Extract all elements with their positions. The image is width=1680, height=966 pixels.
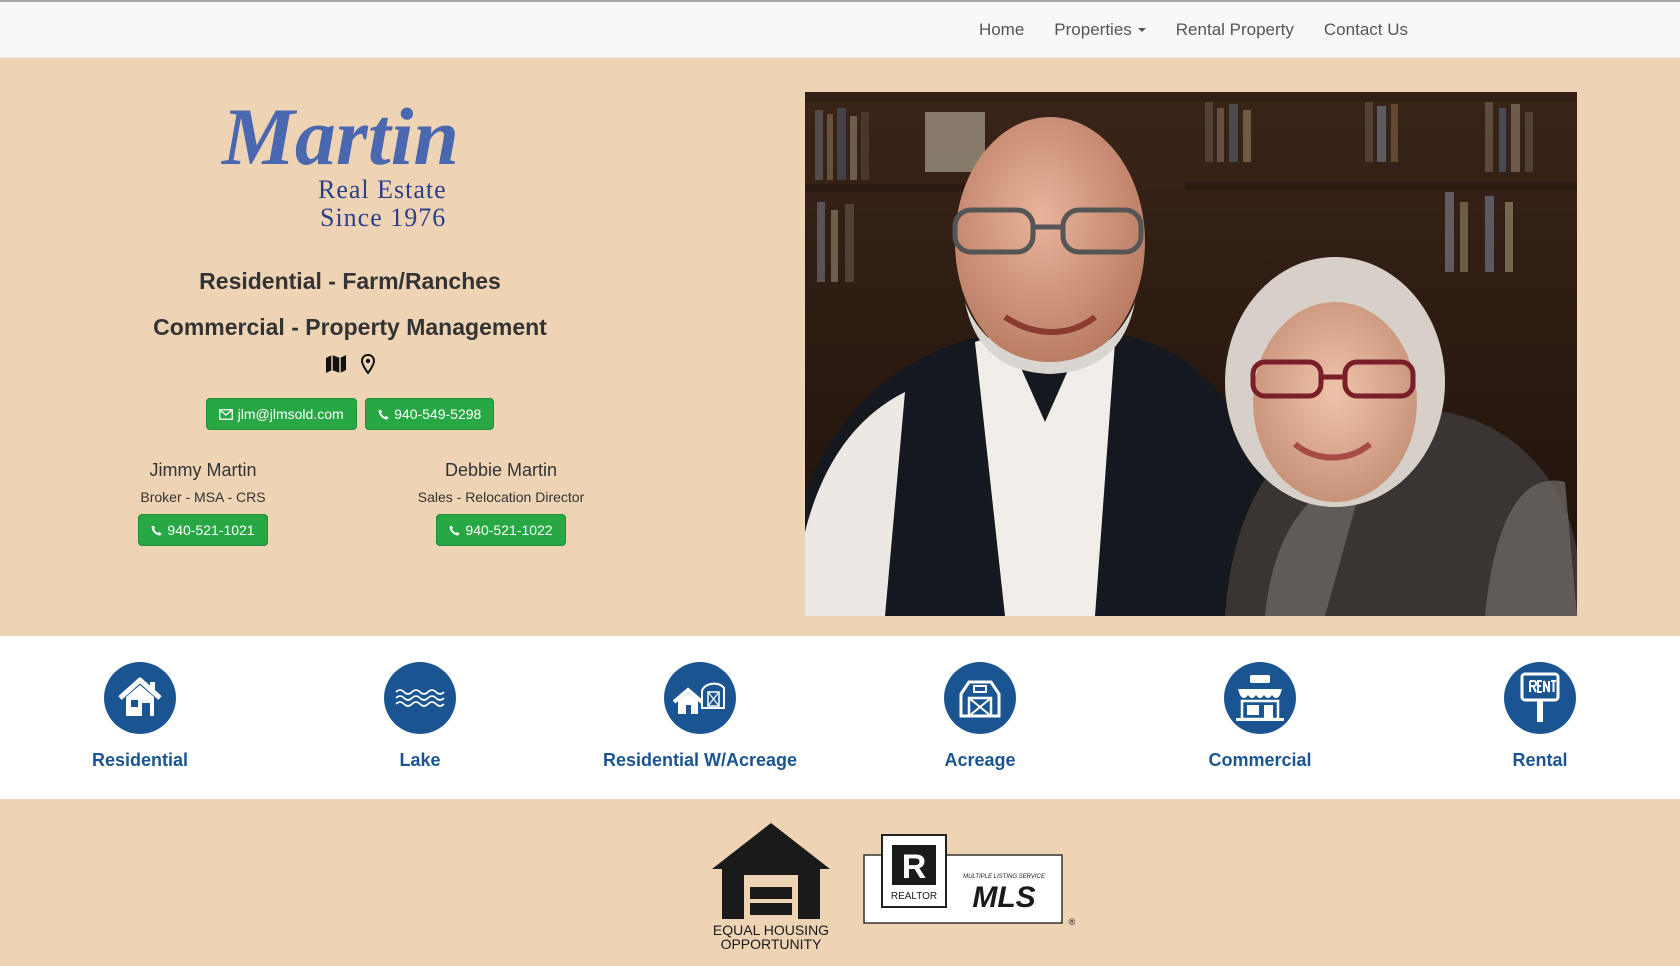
agent-jimmy: Jimmy Martin Broker - MSA - CRS 940-521-… [73,460,333,546]
nav-properties-label: Properties [1054,19,1132,39]
main-nav: Home Properties Rental Property Contact … [979,2,1408,57]
category-rental[interactable]: Rental [1410,662,1670,771]
navbar: Home Properties Rental Property Contact … [0,2,1680,58]
svg-text:R: R [902,848,927,886]
envelope-icon [218,408,233,420]
category-label: Lake [399,750,441,770]
category-acreage[interactable]: Acreage [850,662,1110,771]
category-commercial[interactable]: Commercial [1130,662,1390,771]
category-label: Residential [91,750,189,770]
tagline-residential: Residential - Farm/Ranches [199,268,501,294]
category-bar: Residential Lake Residential W/Acreage A… [0,636,1680,799]
svg-text:MLS: MLS [972,881,1035,914]
category-label: Acreage [944,750,1016,770]
shop-icon [1224,662,1296,734]
svg-text:Real Estate: Real Estate [318,175,447,204]
rent-sign-icon [1504,662,1576,734]
agent-title: Sales - Relocation Director [417,489,585,505]
svg-text:MULTIPLE LISTING SERVICE: MULTIPLE LISTING SERVICE [963,874,1046,880]
category-residential-acreage[interactable]: Residential W/Acreage [570,662,830,771]
tagline-commercial: Commercial - Property Management [153,314,547,340]
phone-icon [449,524,460,536]
svg-text:OPPORTUNITY: OPPORTUNITY [721,936,823,951]
equal-housing-logo: EQUAL HOUSING OPPORTUNITY [712,823,830,951]
category-lake[interactable]: Lake [290,662,550,771]
map-icon[interactable] [325,354,347,379]
svg-text:®: ® [1069,917,1076,927]
house-icon [104,662,176,734]
waves-icon [384,662,456,734]
footer: EQUAL HOUSING OPPORTUNITY R REALTOR MULT… [0,799,1680,966]
agent-name: Jimmy Martin [149,460,257,480]
nav-properties-dropdown[interactable]: Properties [1054,19,1146,40]
email-button[interactable]: jlm@jlmsold.com [205,398,357,430]
email-label: jlm@jlmsold.com [237,406,344,422]
agent-debbie: Debbie Martin Sales - Relocation Directo… [371,460,631,546]
agent-phone-button[interactable]: 940-521-1021 [138,514,268,546]
nav-contact-us[interactable]: Contact Us [1324,20,1408,40]
phone-icon [378,408,389,420]
agent-phone-button[interactable]: 940-521-1022 [436,514,566,546]
agent-phone-label: 940-521-1022 [465,522,553,538]
contact-buttons: jlm@jlmsold.com 940-549-5298 [0,398,700,430]
realtor-mls-logo: R REALTOR MULTIPLE LISTING SERVICE MLS ® [863,834,1076,927]
nav-rental-property[interactable]: Rental Property [1176,20,1294,40]
agent-title: Broker - MSA - CRS [140,489,266,505]
svg-text:REALTOR: REALTOR [891,891,937,902]
house-barn-icon [664,662,736,734]
agent-name: Debbie Martin [444,460,558,480]
phone-icon [151,524,162,536]
nav-home[interactable]: Home [979,20,1024,40]
office-phone-label: 940-549-5298 [394,406,482,422]
category-label: Commercial [1208,750,1312,770]
hero-section: Martin Real Estate Since 1976 Residentia… [0,58,1680,636]
office-phone-button[interactable]: 940-549-5298 [365,398,495,430]
location-pin-icon[interactable] [361,353,376,379]
svg-text:Since 1976: Since 1976 [320,203,446,228]
category-label: Residential W/Acreage [602,750,798,770]
barn-icon [944,662,1016,734]
agents-photo [805,92,1577,616]
map-icons [0,353,700,379]
agent-phone-label: 940-521-1021 [167,522,255,538]
caret-down-icon [1137,28,1146,33]
category-label: Rental [1512,750,1568,770]
martin-logo: Martin Real Estate Since 1976 [220,91,459,228]
category-residential[interactable]: Residential [10,662,270,771]
svg-text:Martin: Martin [220,91,459,182]
